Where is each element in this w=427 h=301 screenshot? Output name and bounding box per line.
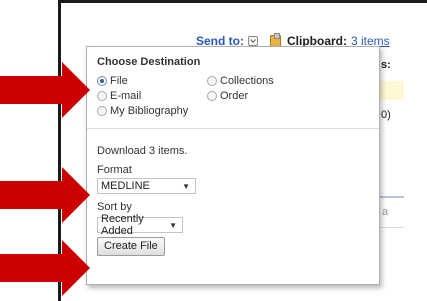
- popup-divider: [87, 128, 379, 129]
- radio-file[interactable]: [97, 76, 107, 86]
- radio-email[interactable]: [97, 91, 107, 101]
- frame-border-top: [58, 0, 427, 3]
- destination-option-label: File: [110, 75, 128, 87]
- background-text-fragment: a: [382, 206, 389, 218]
- create-file-button[interactable]: Create File: [97, 237, 165, 256]
- destination-options: File Collections E-mail Order My Bibliog…: [97, 74, 369, 118]
- destination-option-label: Collections: [220, 75, 274, 87]
- radio-my-bibliography[interactable]: [97, 106, 107, 116]
- background-divider: [380, 227, 404, 228]
- red-arrow-icon: [0, 62, 90, 118]
- dropdown-arrow-icon: ▼: [169, 220, 177, 230]
- background-divider: [380, 196, 404, 198]
- sort-by-label: Sort by: [97, 201, 132, 213]
- red-arrow-icon: [0, 167, 90, 223]
- destination-option-collections[interactable]: Collections: [207, 74, 317, 88]
- destination-option-label: Order: [220, 90, 249, 102]
- radio-collections[interactable]: [207, 76, 217, 86]
- destination-option-label: E-mail: [110, 90, 142, 102]
- popup-title: Choose Destination: [97, 56, 201, 68]
- format-select-value: MEDLINE: [101, 180, 150, 192]
- red-arrow-icon: [0, 240, 90, 296]
- choose-destination-popup: Choose Destination File Collections E-ma…: [86, 46, 380, 285]
- background-text-fragment: 0): [381, 109, 391, 121]
- destination-option-my-bibliography[interactable]: My Bibliography: [97, 104, 207, 118]
- sort-by-select[interactable]: Recently Added ▼: [97, 213, 183, 237]
- background-highlight-row: [380, 81, 404, 100]
- background-text-fragment: s:: [381, 59, 391, 71]
- format-select[interactable]: MEDLINE ▼: [97, 178, 196, 194]
- download-count-text: Download 3 items.: [97, 145, 188, 157]
- radio-order[interactable]: [207, 91, 217, 101]
- destination-option-order[interactable]: Order: [207, 89, 317, 103]
- destination-option-email[interactable]: E-mail: [97, 89, 207, 103]
- destination-option-file[interactable]: File: [97, 74, 207, 88]
- format-label: Format: [97, 164, 132, 176]
- destination-option-label: My Bibliography: [110, 105, 189, 117]
- chevron-down-icon[interactable]: [248, 36, 258, 46]
- dropdown-arrow-icon: ▼: [182, 181, 190, 191]
